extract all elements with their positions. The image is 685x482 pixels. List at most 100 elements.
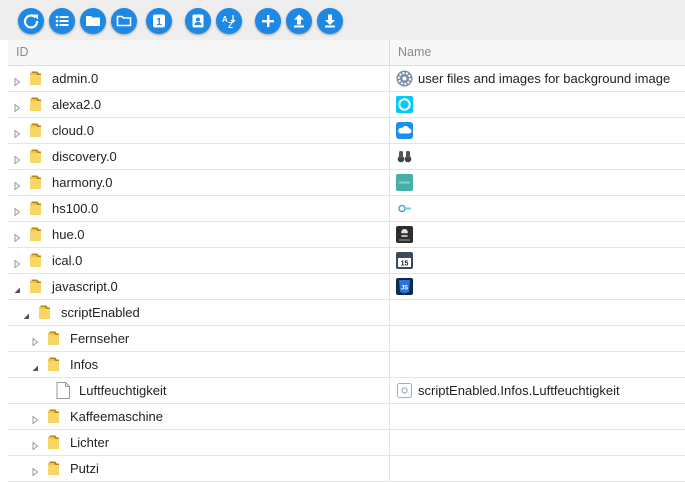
tree-row[interactable]: admin.0 user files and images for backgro… [8,66,685,92]
list-view-button[interactable] [49,8,75,34]
collapsed-arrow-icon[interactable] [13,152,21,165]
upload-button[interactable] [286,8,312,34]
tree-row[interactable]: Kaffeemaschine [8,404,685,430]
tree-row[interactable]: hue.0 [8,222,685,248]
tree-item-label[interactable]: hue.0 [52,222,85,247]
folder-icon [28,252,44,268]
folder-icon [28,278,44,294]
harmony-icon [396,174,413,191]
tree-row[interactable]: cloud.0 [8,118,685,144]
folder-icon [85,13,101,29]
cloud-icon [396,122,413,139]
file-icon [56,382,70,399]
tree-item-label[interactable]: hs100.0 [52,196,98,221]
folder-icon [28,96,44,112]
column-divider [389,144,390,169]
expanded-arrow-icon[interactable] [31,360,39,371]
state-icon [396,382,413,399]
tree-row[interactable]: Fernseher [8,326,685,352]
javascript-icon: JS [396,278,413,295]
tree-item-label[interactable]: alexa2.0 [52,92,101,117]
number-one-icon: 1 [151,13,167,29]
download-button[interactable] [317,8,343,34]
folder-icon [37,304,53,320]
column-divider [389,248,390,273]
tree-row[interactable]: discovery.0 [8,144,685,170]
tree-item-label[interactable]: scriptEnabled [61,300,140,325]
folder-outline-button[interactable] [111,8,137,34]
collapsed-arrow-icon[interactable] [31,438,39,451]
collapsed-arrow-icon[interactable] [13,178,21,191]
collapsed-arrow-icon[interactable] [31,334,39,347]
tree-row[interactable]: Infos [8,352,685,378]
column-divider [389,456,390,481]
tree-row[interactable]: Lichter [8,430,685,456]
expanded-arrow-icon[interactable] [13,282,21,293]
folder-icon [28,148,44,164]
tree-item-label[interactable]: ical.0 [52,248,82,273]
tree-item-label[interactable]: harmony.0 [52,170,112,195]
tree-item-label[interactable]: admin.0 [52,66,98,91]
collapsed-arrow-icon[interactable] [13,126,21,139]
expanded-arrow-icon[interactable] [22,308,30,319]
collapsed-arrow-icon[interactable] [13,74,21,87]
tree-row[interactable]: Luftfeuchtigkeit scriptEnabled.Infos.Luft… [8,378,685,404]
tree-row[interactable]: scriptEnabled [8,300,685,326]
column-divider[interactable] [389,40,390,65]
one-button[interactable]: 1 [146,8,172,34]
tree-row[interactable]: alexa2.0 [8,92,685,118]
tree-item-label[interactable]: Putzi [70,456,99,481]
sort-az-button[interactable]: AZ [216,8,242,34]
collapsed-arrow-icon[interactable] [13,204,21,217]
column-divider [389,92,390,117]
collapsed-arrow-icon[interactable] [31,464,39,477]
refresh-button[interactable] [18,8,44,34]
hue-bridge-icon [396,226,413,243]
column-divider [389,118,390,143]
column-divider [389,326,390,351]
column-divider [389,170,390,195]
tree-item-label[interactable]: cloud.0 [52,118,94,143]
tree-item-label[interactable]: javascript.0 [52,274,118,299]
column-divider [389,274,390,299]
tree-row[interactable]: harmony.0 [8,170,685,196]
column-header-id[interactable]: ID [16,40,29,65]
tree-item-label[interactable]: Luftfeuchtigkeit [79,378,166,403]
folder-icon [46,408,62,424]
column-divider [389,352,390,377]
object-tree: admin.0 user files and images for backgro… [8,66,685,482]
svg-text:15: 15 [401,261,409,268]
column-divider [389,430,390,455]
tree-item-label[interactable]: Kaffeemaschine [70,404,163,429]
folder-icon [46,460,62,476]
id-card-button[interactable] [185,8,211,34]
gear-icon [396,70,413,87]
folder-outline-icon [116,13,132,29]
tree-row[interactable]: javascript.0 JS [8,274,685,300]
svg-text:JS: JS [401,286,408,292]
column-header-name[interactable]: Name [398,40,431,65]
collapsed-arrow-icon[interactable] [13,256,21,269]
folder-icon [46,434,62,450]
collapsed-arrow-icon[interactable] [31,412,39,425]
tree-item-label[interactable]: Lichter [70,430,109,455]
column-divider [389,222,390,247]
tree-row[interactable]: Putzi [8,456,685,482]
tree-item-label[interactable]: Fernseher [70,326,129,351]
tree-row[interactable]: hs100.0 [8,196,685,222]
name-cell-text: user files and images for background ima… [418,71,671,86]
tplink-icon [396,200,413,217]
collapsed-arrow-icon[interactable] [13,230,21,243]
collapsed-arrow-icon[interactable] [13,100,21,113]
toolbar: 1 AZ [0,0,685,40]
folder-icon [46,330,62,346]
tree-item-label[interactable]: discovery.0 [52,144,117,169]
tree-item-label[interactable]: Infos [70,352,98,377]
upload-icon [291,13,307,29]
folder-button[interactable] [80,8,106,34]
calendar-icon: 15 [396,252,413,269]
column-divider [389,300,390,325]
tree-row[interactable]: ical.0 15 [8,248,685,274]
add-button[interactable] [255,8,281,34]
download-icon [322,13,338,29]
